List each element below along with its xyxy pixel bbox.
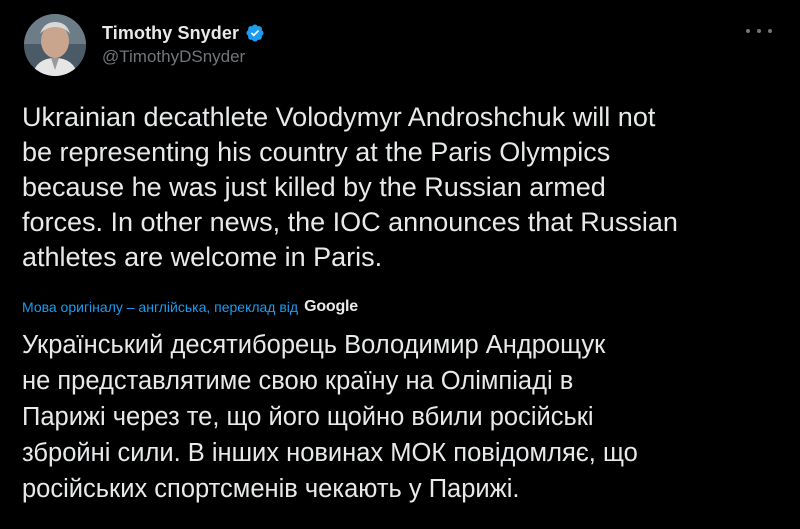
translation-note-label: Мова оригіналу – англійська, переклад ві… [22,299,299,315]
tweet: Timothy Snyder @TimothyDSnyder Ukrainian… [0,0,800,529]
author-name-row: Timothy Snyder [102,20,265,46]
avatar-image [24,14,86,76]
tweet-text: Ukrainian decathlete Volodymyr Androshch… [22,102,678,272]
more-options-icon [746,29,750,33]
verified-badge-icon [245,23,265,43]
more-options-button[interactable] [746,22,772,40]
author-display-name[interactable]: Timothy Snyder [102,23,239,44]
google-logo: Google [304,298,359,315]
translated-tweet-text: Український десятиборець Володимир Андро… [22,331,638,503]
more-options-icon-dot [768,29,772,33]
avatar[interactable] [24,14,86,76]
author-handle[interactable]: @TimothyDSnyder [102,47,245,67]
translation-note[interactable]: Мова оригіналу – англійська, переклад ві… [22,296,358,318]
more-options-icon-dot [757,29,761,33]
